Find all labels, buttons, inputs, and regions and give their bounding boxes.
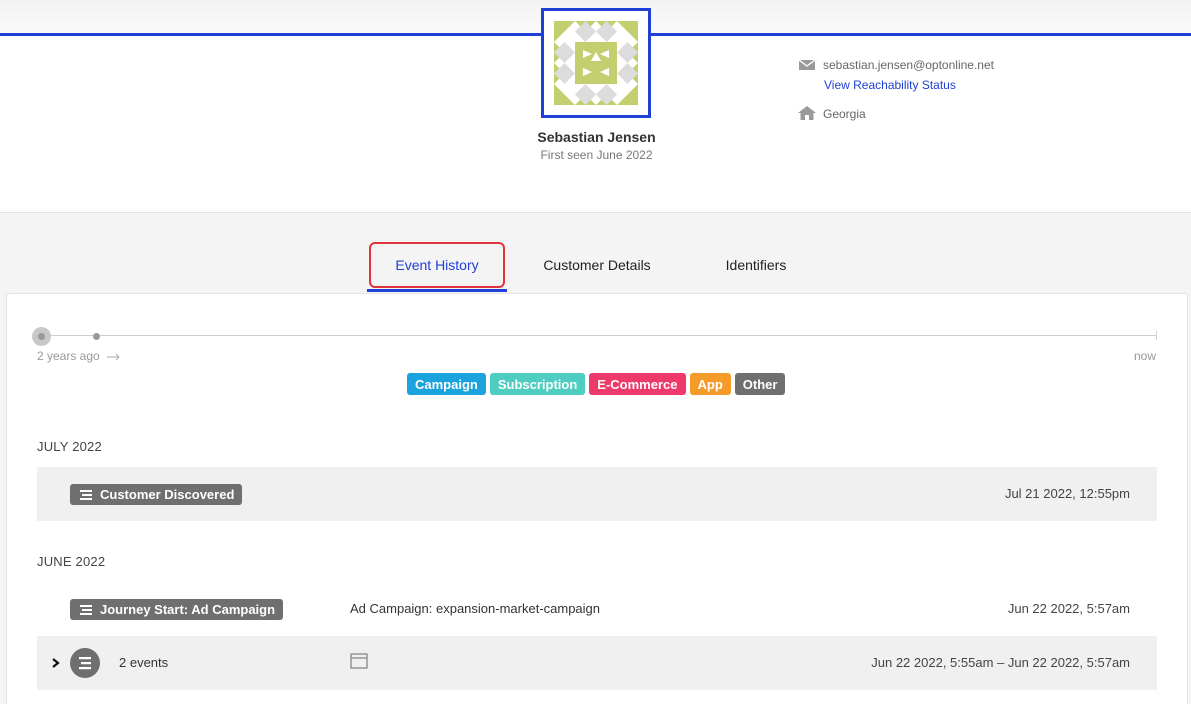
timeline-event-marker — [93, 333, 100, 340]
timeline-track — [36, 335, 1157, 336]
identicon-icon — [554, 21, 638, 105]
location-label: Georgia — [823, 107, 866, 121]
event-tag: Customer Discovered — [70, 484, 243, 505]
timeline-range-handle[interactable] — [32, 327, 51, 346]
month-heading: JUNE 2022 — [37, 554, 106, 569]
customer-name: Sebastian Jensen — [537, 129, 656, 145]
filter-ecommerce[interactable]: E-Commerce — [589, 373, 686, 395]
event-group-icon — [70, 648, 100, 678]
filter-subscription[interactable]: Subscription — [489, 373, 586, 395]
list-icon — [80, 490, 92, 500]
list-icon — [79, 657, 91, 670]
tab-identifiers[interactable]: Identifiers — [700, 242, 812, 288]
event-tag-label: Journey Start: Ad Campaign — [100, 602, 276, 617]
filter-app[interactable]: App — [689, 373, 731, 395]
event-type-filters: Campaign Subscription E-Commerce App Oth… — [407, 373, 786, 395]
event-description: Ad Campaign: expansion-market-campaign — [350, 601, 601, 616]
event-group-timerange: Jun 22 2022, 5:55am – Jun 22 2022, 5:57a… — [871, 655, 1130, 670]
filter-campaign[interactable]: Campaign — [407, 373, 486, 395]
event-row[interactable]: Journey Start: Ad Campaign Ad Campaign: … — [37, 582, 1157, 636]
timeline-start-label: 2 years ago — [37, 349, 121, 363]
event-timestamp: Jul 21 2022, 12:55pm — [1004, 486, 1130, 501]
event-row[interactable]: Customer Discovered Jul 21 2022, 12:55pm — [37, 467, 1157, 521]
envelope-icon — [798, 59, 816, 70]
event-group-row[interactable]: 2 events Jun 22 2022, 5:55am – Jun 22 20… — [37, 636, 1157, 690]
chevron-right-icon[interactable] — [50, 655, 62, 671]
view-reachability-link[interactable]: View Reachability Status — [824, 78, 956, 92]
month-heading: JULY 2022 — [37, 439, 102, 454]
event-group-count: 2 events — [119, 655, 169, 670]
tab-event-history[interactable]: Event History — [369, 242, 505, 288]
tab-bar: Event History Customer Details Identifie… — [0, 242, 1191, 294]
active-tab-indicator — [367, 289, 507, 292]
browser-window-icon — [350, 653, 368, 669]
event-timestamp: Jun 22 2022, 5:57am — [1007, 601, 1130, 616]
profile-header: Sebastian Jensen First seen June 2022 se… — [0, 0, 1191, 213]
list-icon — [80, 605, 92, 615]
home-icon — [798, 106, 816, 120]
avatar — [541, 8, 651, 118]
tab-customer-details[interactable]: Customer Details — [520, 242, 674, 288]
arrow-right-icon — [107, 353, 120, 361]
filter-other[interactable]: Other — [734, 373, 786, 395]
timeline-end-tick — [1156, 331, 1157, 340]
email-address: sebastian.jensen@optonline.net — [823, 58, 994, 72]
timeline-end-label: now — [1133, 349, 1156, 363]
event-tag-label: Customer Discovered — [100, 487, 235, 502]
first-seen-label: First seen June 2022 — [540, 148, 653, 162]
event-tag: Journey Start: Ad Campaign — [70, 599, 284, 620]
